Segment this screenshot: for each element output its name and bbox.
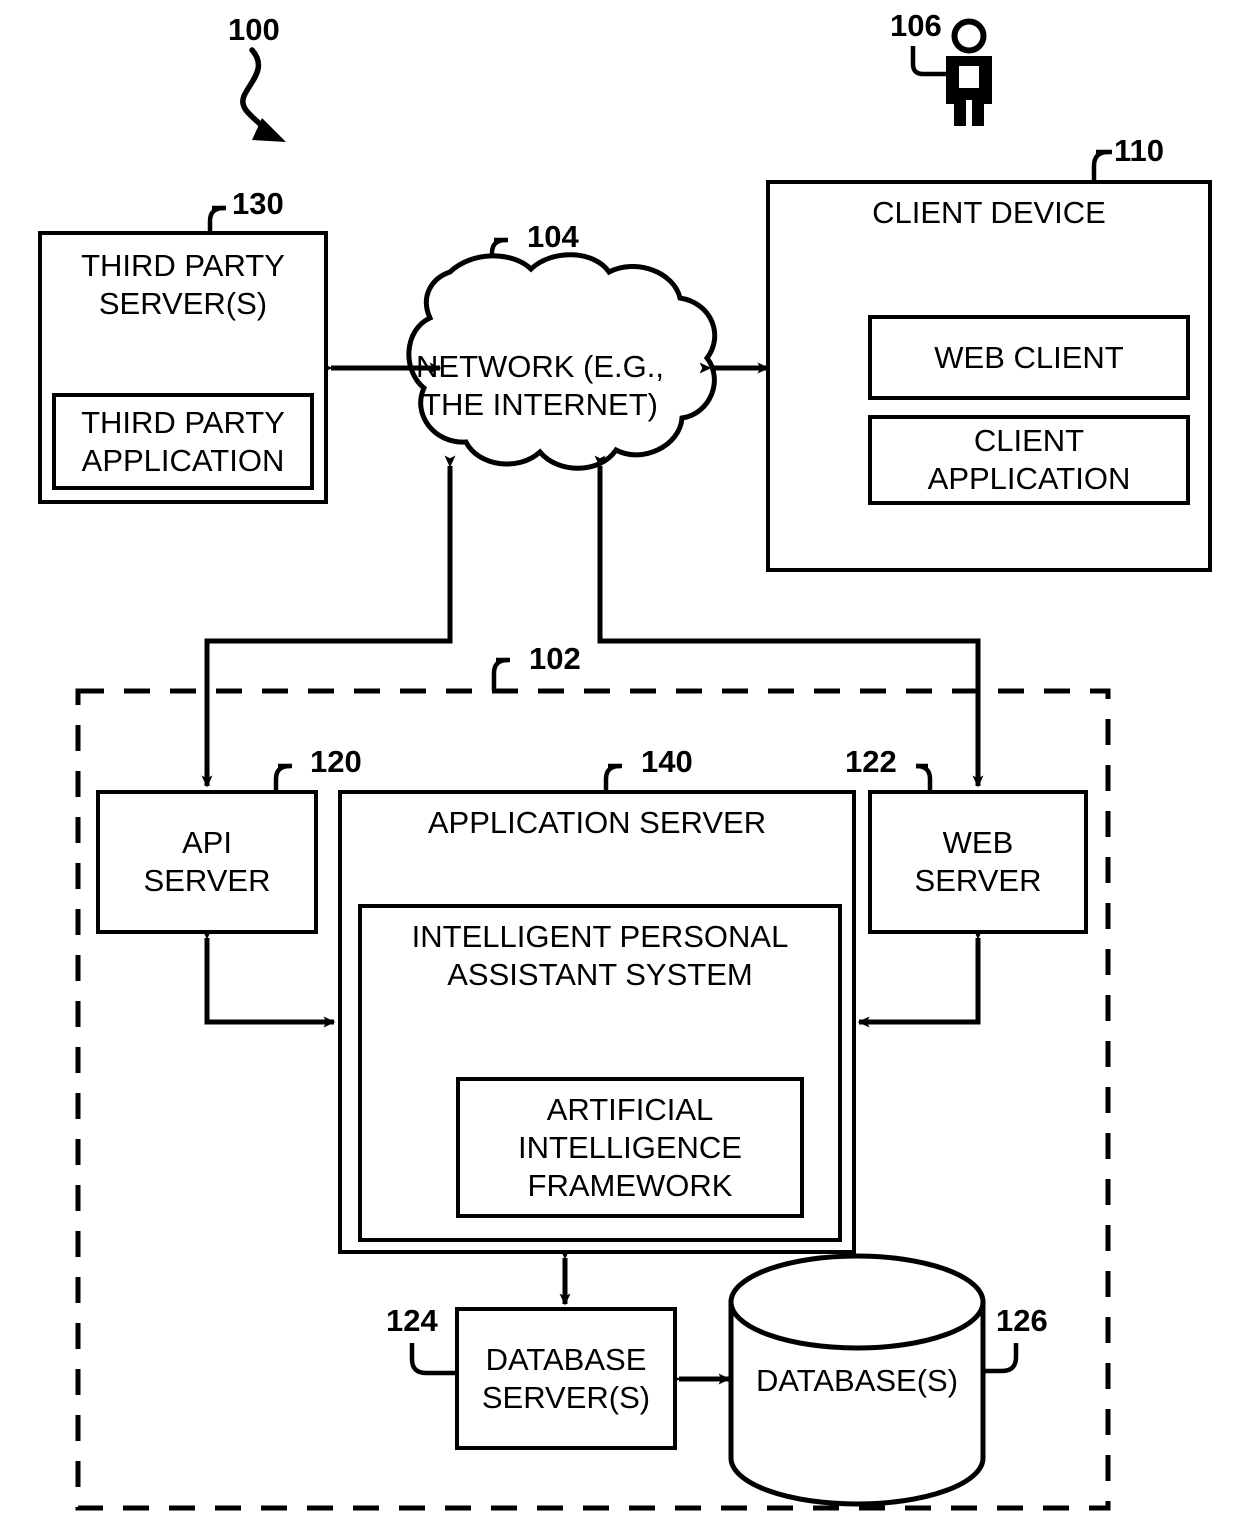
client-device-label: CLIENT DEVICE — [872, 195, 1106, 230]
ref-102: 102 — [529, 641, 581, 676]
ref-106: 106 — [890, 8, 942, 43]
leader-102 — [491, 657, 509, 691]
leader-122 — [915, 763, 933, 791]
ai-framework-box[interactable]: ARTIFICIAL INTELLIGENCE FRAMEWORK — [456, 1077, 804, 1218]
leader-120 — [273, 763, 291, 791]
connector-network-apiserver — [201, 455, 456, 788]
database-server-box[interactable]: DATABASE SERVER(S) — [455, 1307, 677, 1450]
leader-130 — [207, 205, 225, 233]
ref-140: 140 — [641, 744, 693, 779]
database-server-label: DATABASE SERVER(S) — [481, 1341, 651, 1415]
third-party-application-box[interactable]: THIRD PARTY APPLICATION — [52, 393, 314, 490]
leader-140 — [603, 763, 621, 791]
squiggle-arrow-icon — [240, 47, 286, 142]
api-server-label: API SERVER — [143, 825, 271, 898]
ref-100: 100 — [228, 12, 280, 47]
figure-canvas: 100 106 110 130 132 104 112 114 102 120 … — [0, 0, 1240, 1538]
connector-apiserver-appserver — [201, 927, 336, 1028]
web-server-box[interactable]: WEB SERVER — [868, 790, 1088, 934]
web-client-box[interactable]: WEB CLIENT — [868, 315, 1190, 400]
ref-120: 120 — [310, 744, 362, 779]
web-server-label: WEB SERVER — [914, 825, 1042, 898]
leader-124 — [409, 1343, 456, 1376]
web-client-label: WEB CLIENT — [934, 339, 1124, 375]
ref-126: 126 — [996, 1303, 1048, 1338]
person-icon — [946, 18, 992, 126]
ref-122: 122 — [845, 744, 897, 779]
ai-framework-label: ARTIFICIAL INTELLIGENCE FRAMEWORK — [518, 1091, 742, 1203]
third-party-application-label: THIRD PARTY APPLICATION — [81, 404, 285, 478]
client-application-box[interactable]: CLIENT APPLICATION — [868, 415, 1190, 505]
ref-124: 124 — [386, 1303, 438, 1338]
connector-webserver-appserver — [857, 927, 984, 1028]
ipa-system-label: INTELLIGENT PERSONAL ASSISTANT SYSTEM — [411, 919, 789, 992]
network-label: NETWORK (E.G., THE INTERNET) — [416, 349, 664, 422]
api-server-box[interactable]: API SERVER — [96, 790, 318, 934]
ref-130: 130 — [232, 186, 284, 221]
ref-110: 110 — [1114, 133, 1165, 168]
client-application-label: CLIENT APPLICATION — [927, 423, 1131, 496]
third-party-server-label: THIRD PARTY SERVER(S) — [81, 248, 285, 321]
database-label: DATABASE(S) — [755, 1363, 959, 1398]
leader-106 — [910, 46, 949, 77]
ref-104: 104 — [527, 219, 579, 254]
leader-110 — [1091, 149, 1109, 182]
application-server-label: APPLICATION SERVER — [427, 805, 767, 840]
